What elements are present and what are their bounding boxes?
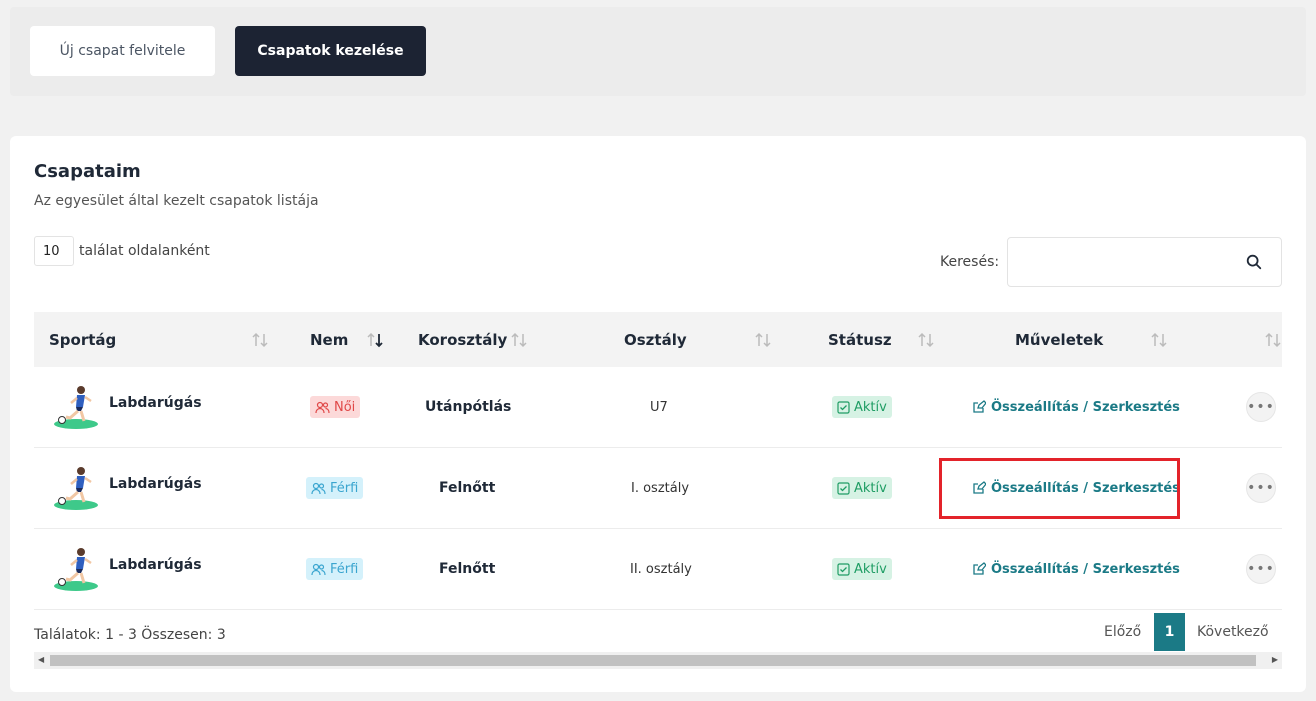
search-icon[interactable] (1245, 253, 1263, 271)
card-subtitle: Az egyesület által kezelt csapatok listá… (34, 193, 319, 209)
more-options-button[interactable]: ••• (1246, 473, 1276, 503)
column-header-status[interactable]: Státusz (828, 312, 892, 367)
users-icon (311, 482, 326, 494)
gender-label: Férfi (330, 480, 359, 496)
age-group: Felnőtt (439, 480, 496, 496)
status-label: Aktív (854, 480, 887, 496)
sort-desc-icon[interactable] (366, 332, 384, 348)
status-cell: Aktív (832, 448, 892, 528)
more-options-button[interactable]: ••• (1246, 554, 1276, 584)
top-toolbar: Új csapat felvitele Csapatok kezelése (10, 7, 1306, 96)
edit-icon (973, 481, 986, 494)
sport-name: Labdarúgás (109, 476, 202, 492)
football-player-icon (54, 467, 98, 510)
football-player-icon (54, 548, 98, 591)
sort-icon[interactable] (1264, 332, 1282, 348)
gender-cell: Férfi (306, 448, 364, 528)
horizontal-scrollbar[interactable]: ◀ ▶ (34, 652, 1282, 669)
teams-card: Csapataim Az egyesület által kezelt csap… (10, 136, 1306, 692)
division: I. osztály (631, 480, 690, 496)
edit-icon (973, 562, 986, 575)
check-square-icon (837, 481, 850, 495)
status-badge: Aktív (832, 558, 892, 580)
check-square-icon (837, 400, 850, 414)
sort-icon[interactable] (1150, 332, 1168, 348)
scroll-right-icon[interactable]: ▶ (1272, 655, 1278, 664)
division: U7 (650, 399, 668, 415)
per-page-label: találat oldalanként (79, 243, 210, 259)
column-header-gender[interactable]: Nem (310, 312, 348, 367)
next-page-button[interactable]: Következő (1197, 613, 1269, 651)
prev-page-button[interactable]: Előző (1104, 613, 1141, 651)
sort-icon[interactable] (917, 332, 935, 348)
card-title: Csapataim (34, 161, 141, 182)
column-header-division[interactable]: Osztály (624, 312, 687, 367)
table-row: Labdarúgás Női Utánpótlás U7 Aktív Össze… (34, 367, 1282, 448)
scroll-left-icon[interactable]: ◀ (38, 655, 44, 664)
age-group: Felnőtt (439, 561, 496, 577)
more-options-button[interactable]: ••• (1246, 392, 1276, 422)
edit-team-link[interactable]: Összeállítás / Szerkesztés (972, 481, 1180, 496)
gender-badge: Női (310, 396, 361, 418)
sort-icon[interactable] (510, 332, 528, 348)
status-label: Aktív (854, 561, 887, 577)
table-row: Labdarúgás Férfi Felnőtt II. osztály Akt… (34, 529, 1282, 610)
users-icon (315, 401, 330, 413)
manage-teams-button[interactable]: Csapatok kezelése (235, 26, 426, 76)
division: II. osztály (630, 561, 692, 577)
scrollbar-thumb[interactable] (50, 655, 1256, 666)
status-cell: Aktív (832, 529, 892, 609)
column-header-age-group[interactable]: Korosztály (418, 312, 507, 367)
sort-icon[interactable] (251, 332, 269, 348)
sort-icon[interactable] (754, 332, 772, 348)
page-1-button[interactable]: 1 (1154, 613, 1185, 651)
gender-cell: Férfi (306, 529, 364, 609)
edit-team-label: Összeállítás / Szerkesztés (991, 399, 1180, 415)
gender-cell: Női (310, 367, 361, 447)
status-cell: Aktív (832, 367, 892, 447)
edit-team-link[interactable]: Összeállítás / Szerkesztés (972, 400, 1180, 415)
search-label: Keresés: (940, 254, 1000, 270)
gender-badge: Férfi (306, 477, 364, 499)
column-header-actions[interactable]: Műveletek (1015, 312, 1103, 367)
column-header-sport[interactable]: Sportág (49, 312, 116, 367)
status-badge: Aktív (832, 396, 892, 418)
gender-label: Női (334, 399, 356, 415)
age-group: Utánpótlás (425, 399, 512, 415)
gender-label: Férfi (330, 561, 359, 577)
gender-badge: Férfi (306, 558, 364, 580)
sport-name: Labdarúgás (109, 395, 202, 411)
action-cell: Összeállítás / Szerkesztés (972, 367, 1180, 447)
check-square-icon (837, 562, 850, 576)
results-summary: Találatok: 1 - 3 Összesen: 3 (34, 627, 226, 643)
action-cell: Összeállítás / Szerkesztés (972, 448, 1180, 528)
users-icon (311, 563, 326, 575)
football-player-icon (54, 386, 98, 429)
new-team-button[interactable]: Új csapat felvitele (30, 26, 215, 76)
edit-team-link[interactable]: Összeállítás / Szerkesztés (972, 562, 1180, 577)
status-badge: Aktív (832, 477, 892, 499)
edit-team-label: Összeállítás / Szerkesztés (991, 480, 1180, 496)
edit-team-label: Összeállítás / Szerkesztés (991, 561, 1180, 577)
edit-icon (973, 400, 986, 413)
action-cell: Összeállítás / Szerkesztés (972, 529, 1180, 609)
table-header: Sportág Nem Korosztály Osztály Státusz M… (34, 312, 1282, 367)
per-page-select[interactable]: 10 (34, 236, 74, 266)
search-input[interactable] (1007, 237, 1282, 287)
status-label: Aktív (854, 399, 887, 415)
sport-name: Labdarúgás (109, 557, 202, 573)
table-row: Labdarúgás Férfi Felnőtt I. osztály Aktí… (34, 448, 1282, 529)
